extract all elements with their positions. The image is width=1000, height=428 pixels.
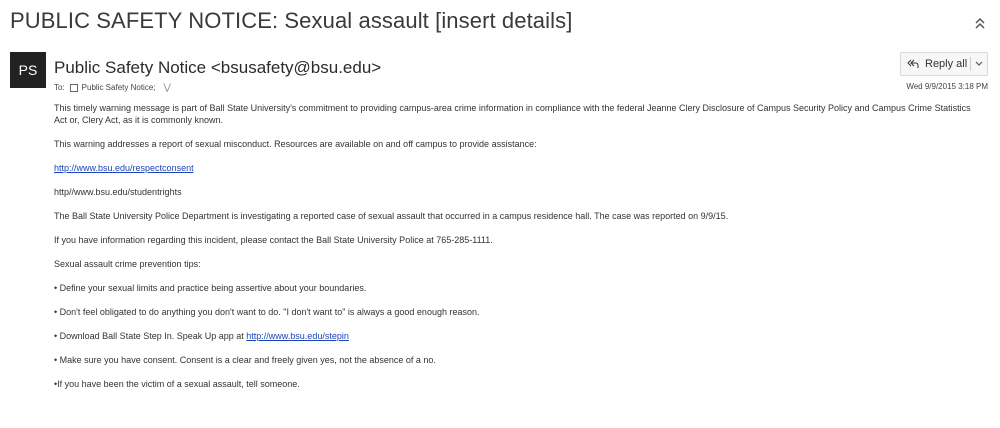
group-icon (69, 83, 78, 92)
double-chevron-up-icon (975, 17, 985, 29)
stepin-link[interactable]: http://www.bsu.edu/stepin (246, 331, 349, 341)
body-paragraph: If you have information regarding this i… (54, 235, 493, 245)
tip-item: • Download Ball State Step In. Speak Up … (54, 330, 984, 342)
chevron-down-icon (975, 61, 983, 66)
body-paragraph: http//www.bsu.edu/studentrights (54, 187, 182, 197)
body-paragraph: The Ball State University Police Departm… (54, 211, 729, 221)
sent-date: Wed 9/9/2015 3:18 PM (906, 82, 988, 91)
tip-item: • Define your sexual limits and practice… (54, 283, 367, 293)
tip-item: • Make sure you have consent. Consent is… (54, 355, 436, 365)
tip-item: •If you have been the victim of a sexual… (54, 379, 300, 389)
reply-all-icon (907, 59, 919, 68)
body-paragraph: This timely warning message is part of B… (54, 103, 971, 125)
recipients-row: To: Public Safety Notice; ⋁ (54, 82, 171, 93)
respect-consent-link[interactable]: http://www.bsu.edu/respectconsent (54, 163, 194, 173)
body-paragraph: This warning addresses a report of sexua… (54, 139, 537, 149)
body-paragraph: Sexual assault crime prevention tips: (54, 259, 201, 269)
email-body: This timely warning message is part of B… (54, 102, 984, 402)
recipient-name[interactable]: Public Safety Notice; (82, 83, 156, 92)
reply-all-label: Reply all (925, 58, 968, 70)
tip-item: • Don't feel obligated to do anything yo… (54, 307, 480, 317)
collapse-button[interactable] (972, 14, 988, 32)
expand-recipients-icon[interactable]: ⋁ (163, 82, 170, 93)
tip-text: • Download Ball State Step In. Speak Up … (54, 331, 247, 341)
to-label: To: (54, 83, 65, 92)
reply-all-button[interactable]: Reply all (900, 52, 988, 76)
avatar: PS (10, 52, 46, 88)
sender-name[interactable]: Public Safety Notice <bsusafety@bsu.edu> (54, 58, 381, 78)
reply-all-main[interactable]: Reply all (901, 58, 970, 70)
reply-options-dropdown[interactable] (971, 61, 987, 67)
email-subject: PUBLIC SAFETY NOTICE: Sexual assault [in… (10, 8, 573, 33)
